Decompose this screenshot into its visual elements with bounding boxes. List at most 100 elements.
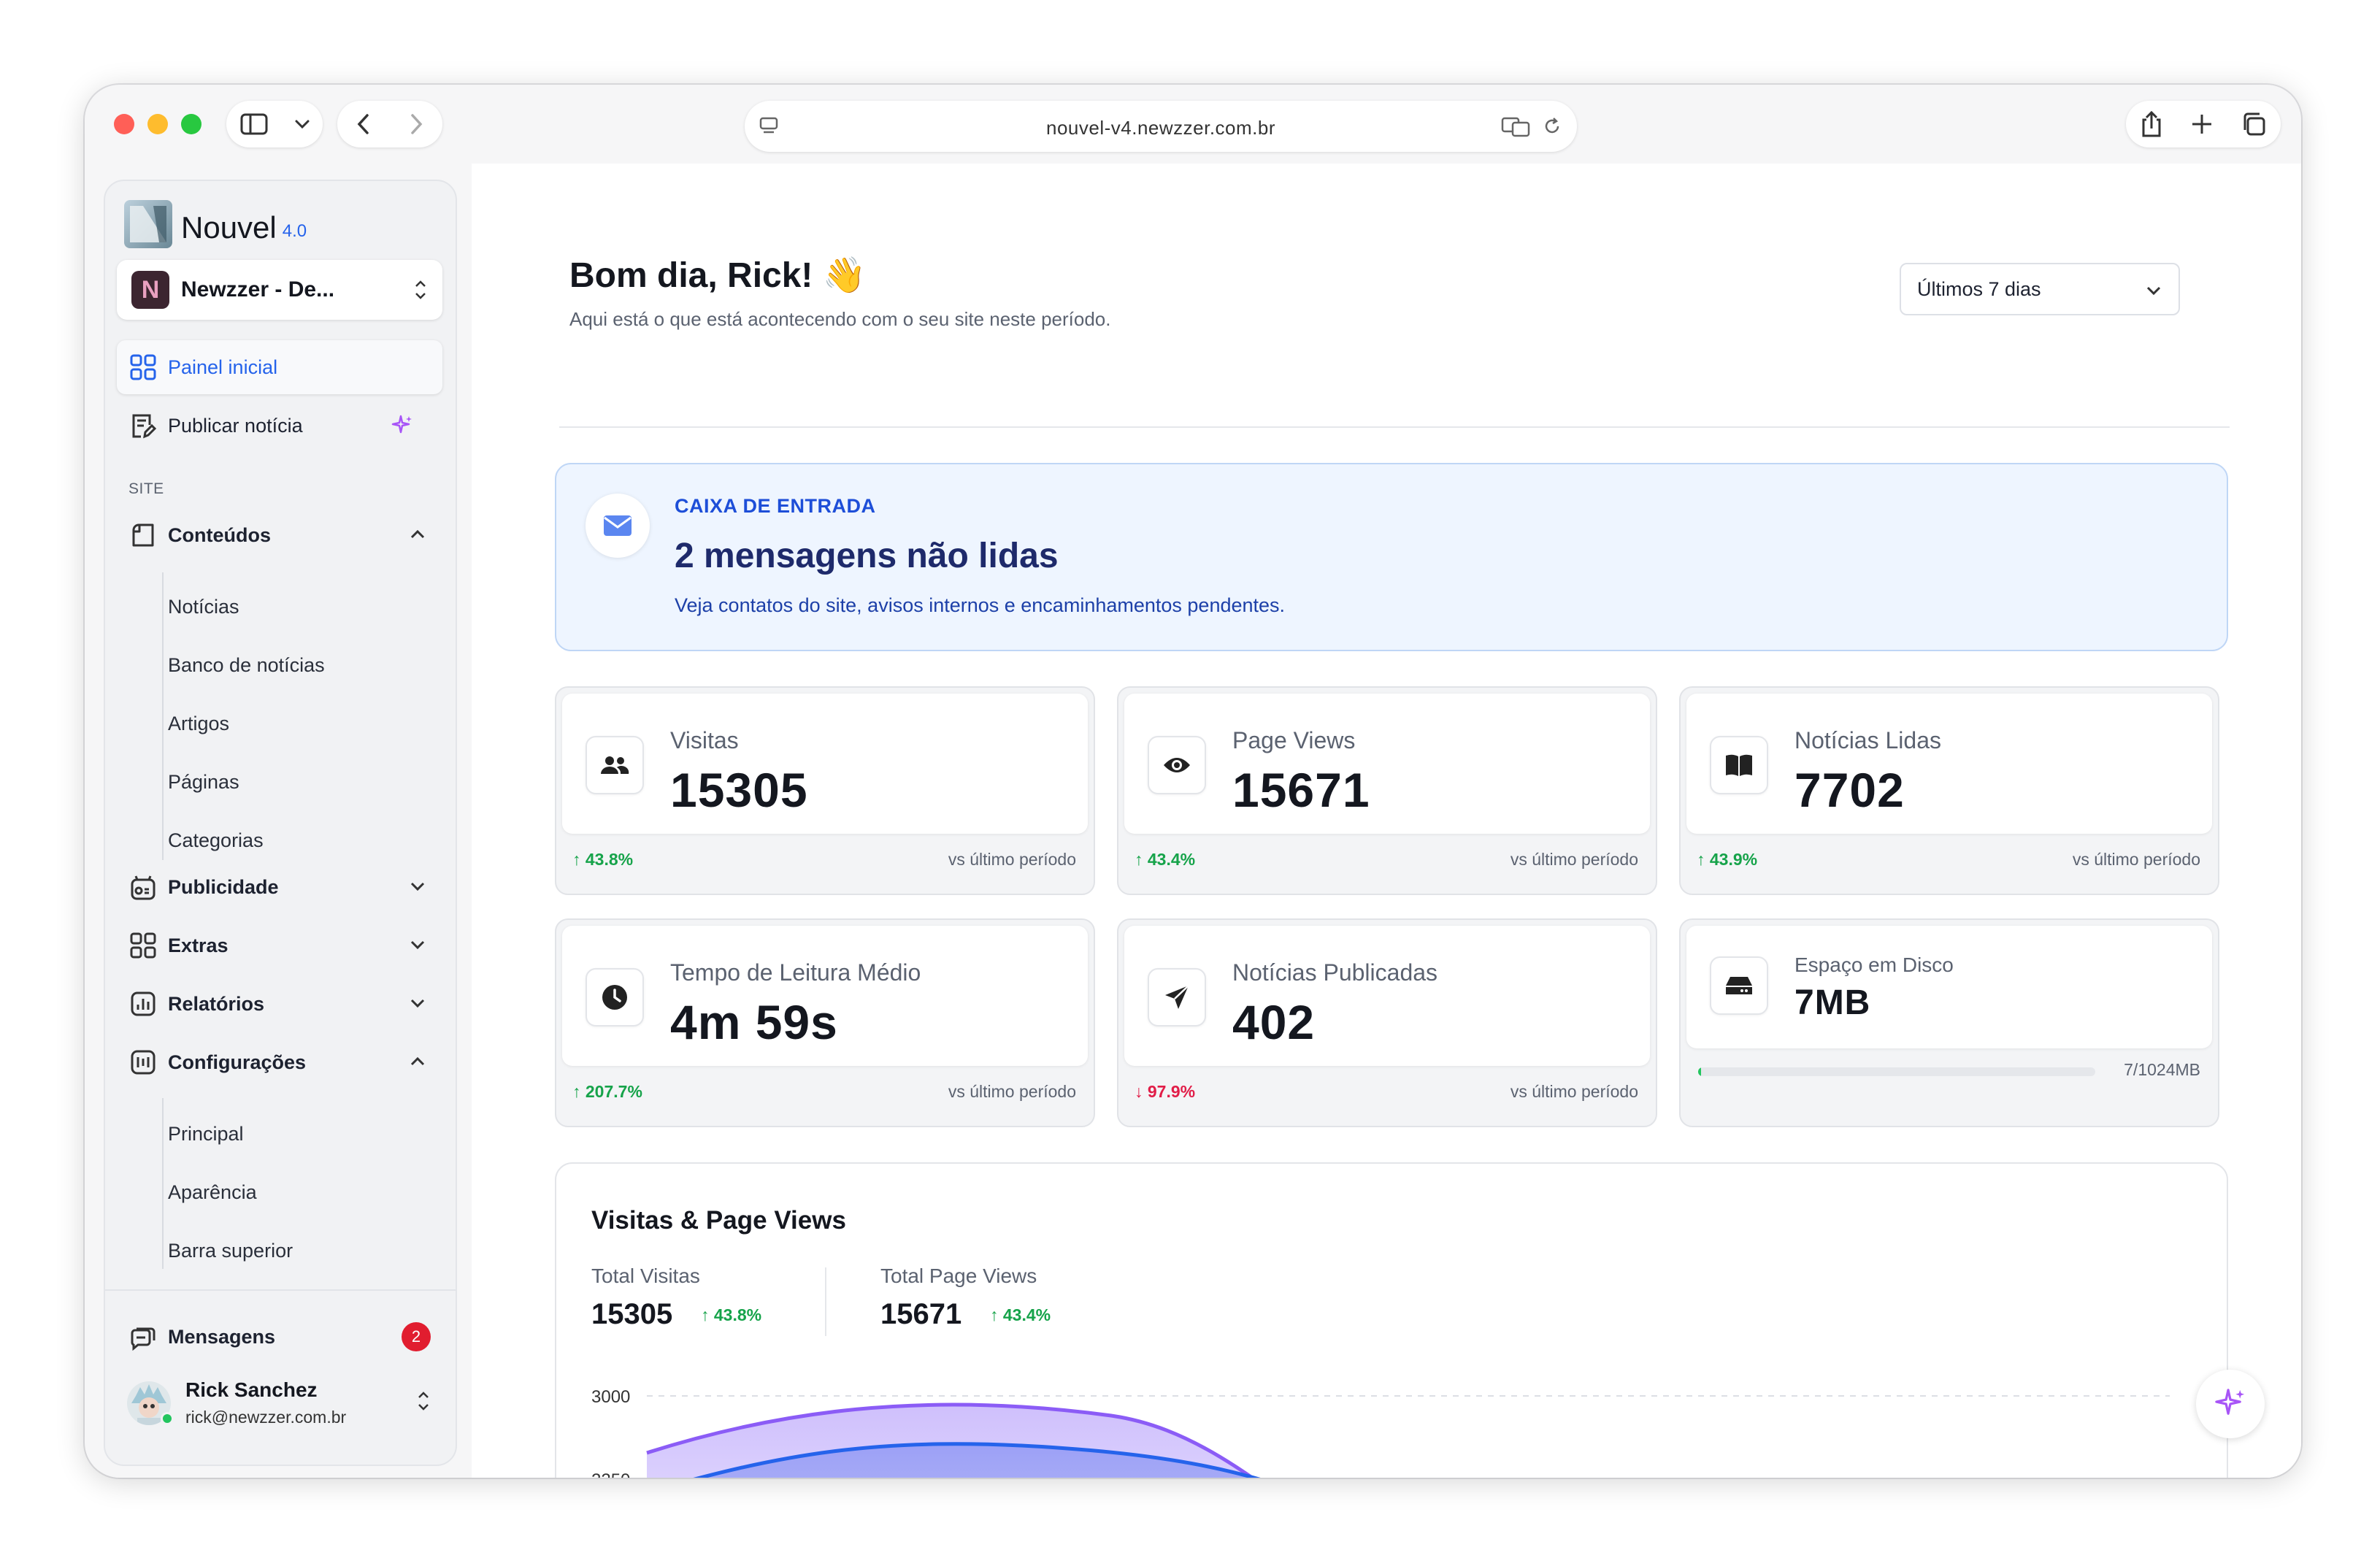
chat-icon: [128, 1322, 158, 1351]
tabs-overview-icon[interactable]: [2241, 111, 2267, 137]
eye-icon: [1148, 736, 1206, 794]
share-icon[interactable]: [2140, 110, 2163, 139]
browser-actions: [2126, 101, 2281, 147]
stat-delta: ↑ 43.4%: [1135, 850, 1196, 869]
sidebar-subitem-categorias[interactable]: Categorias: [168, 829, 264, 852]
stat-value: 15671: [1232, 763, 1370, 817]
sidebar-item-label: Painel inicial: [168, 356, 278, 378]
reload-icon[interactable]: [1542, 116, 1562, 137]
period-select[interactable]: Últimos 7 dias: [1900, 263, 2180, 315]
stat-value: 402: [1232, 995, 1316, 1049]
sidebar-group-relatorios[interactable]: Relatórios: [117, 977, 442, 1031]
hard-drive-icon: [1710, 956, 1768, 1015]
minimize-window-button[interactable]: [147, 114, 168, 134]
sidebar-divider: [105, 1289, 456, 1291]
sidebar-subitem-principal[interactable]: Principal: [168, 1123, 244, 1146]
chevron-up-down-icon: [415, 280, 426, 299]
stat-compare: vs último período: [948, 850, 1076, 869]
section-label-site: SITE: [128, 480, 164, 497]
inbox-card[interactable]: CAIXA DE ENTRADA 2 mensagens não lidas V…: [555, 463, 2228, 651]
sidebar-subitem-paginas[interactable]: Páginas: [168, 771, 239, 794]
book-icon: [1710, 736, 1768, 794]
stat-label: Notícias Lidas: [1794, 727, 1941, 753]
brand-name: Nouvel: [181, 210, 277, 245]
sidebar-subitem-banco-de-noticias[interactable]: Banco de notícias: [168, 654, 325, 677]
sidebar-group-configuracoes[interactable]: Configurações: [117, 1035, 442, 1089]
visits-pageviews-chart: 3000 2250: [591, 1387, 2170, 1478]
stat-card-page-views: Page Views 15671 ↑ 43.4% vs último perío…: [1117, 686, 1657, 895]
unread-badge: 2: [402, 1322, 431, 1351]
y-tick-label: 2250: [591, 1470, 630, 1478]
sidebar-group-conteudos[interactable]: Conteúdos: [117, 508, 442, 562]
site-selector[interactable]: N Newzzer - De...: [117, 260, 442, 320]
stat-compare: vs último período: [1510, 850, 1638, 869]
inbox-title: 2 mensagens não lidas: [675, 537, 1059, 575]
sidebar-group-extras[interactable]: Extras: [117, 918, 442, 972]
stat-value: 7MB: [1794, 983, 1871, 1022]
brand-version: 4.0: [282, 221, 307, 241]
sidebar-item-label: Conteúdos: [168, 523, 271, 546]
mail-icon: [586, 494, 650, 558]
inbox-kicker: CAIXA DE ENTRADA: [675, 495, 876, 517]
chevron-up-icon: [410, 529, 425, 539]
grid-icon: [128, 931, 158, 960]
subtree-line: [162, 1098, 164, 1269]
close-window-button[interactable]: [114, 114, 134, 134]
online-status-dot: [161, 1412, 174, 1425]
stat-delta: ↑ 43.9%: [1697, 850, 1758, 869]
stat-card-visitas: Visitas 15305 ↑ 43.8% vs último período: [555, 686, 1095, 895]
brand[interactable]: Nouvel 4.0: [124, 197, 307, 248]
sidebar-subitem-noticias[interactable]: Notícias: [168, 596, 239, 618]
chevron-up-icon: [410, 1056, 425, 1066]
stat-value: 4m 59s: [670, 995, 838, 1049]
users-icon: [586, 736, 644, 794]
user-email: rick@newzzer.com.br: [185, 1408, 347, 1427]
stat-delta: ↑ 43.8%: [572, 850, 634, 869]
site-logo: N: [131, 271, 169, 309]
address-bar[interactable]: nouvel-v4.newzzer.com.br: [745, 101, 1577, 152]
back-icon[interactable]: [356, 113, 371, 135]
bar-chart-icon: [128, 989, 158, 1018]
page-title: Bom dia, Rick! 👋: [569, 256, 867, 295]
stat-label: Visitas: [670, 727, 739, 753]
chevron-down-icon: [295, 120, 309, 129]
sidebar-item-painel-inicial[interactable]: Painel inicial: [117, 340, 442, 394]
stat-compare: vs último período: [2072, 850, 2200, 869]
zoom-window-button[interactable]: [181, 114, 201, 134]
sidebar-toggle-button[interactable]: [226, 101, 323, 147]
inbox-description: Veja contatos do site, avisos internos e…: [675, 594, 1286, 616]
sidebar-item-publicar-noticia[interactable]: Publicar notícia: [117, 399, 442, 453]
ai-assistant-button[interactable]: [2196, 1370, 2265, 1438]
settings-sliders-icon: [128, 1048, 158, 1077]
browser-window: nouvel-v4.newzzer.com.br Nouvel 4.0 N Ne…: [85, 85, 2301, 1478]
stat-compare: vs último período: [948, 1082, 1076, 1101]
sidebar-subitem-artigos[interactable]: Artigos: [168, 713, 229, 735]
sparkle-icon: [391, 415, 412, 434]
new-tab-icon[interactable]: [2190, 112, 2214, 136]
forward-icon[interactable]: [409, 113, 423, 135]
nouvel-logo: [124, 200, 172, 248]
sidebar-item-label: Publicidade: [168, 875, 279, 898]
header-divider: [559, 426, 2230, 428]
stat-value: 15305: [670, 763, 808, 817]
sidebar: Nouvel 4.0 N Newzzer - De... Painel inic…: [104, 180, 457, 1466]
sidebar-item-label: Extras: [168, 934, 229, 956]
stat-card-espaco-disco: Espaço em Disco 7MB 7/1024MB: [1679, 918, 2219, 1127]
history-nav: [337, 101, 442, 147]
sidebar-item-mensagens[interactable]: Mensagens 2: [117, 1310, 442, 1364]
stat-label: Page Views: [1232, 727, 1356, 753]
file-icon: [128, 521, 158, 550]
sidebar-subitem-aparencia[interactable]: Aparência: [168, 1181, 257, 1204]
translate-icon[interactable]: [1501, 115, 1530, 137]
main-content: Bom dia, Rick! 👋 Aqui está o que está ac…: [472, 164, 2301, 1478]
sparkle-icon: [2215, 1389, 2245, 1415]
chevron-down-icon: [410, 882, 425, 891]
sidebar-icon: [240, 113, 267, 135]
sidebar-group-publicidade[interactable]: Publicidade: [117, 860, 442, 914]
sidebar-subitem-barra-superior[interactable]: Barra superior: [168, 1240, 293, 1262]
stat-card-noticias-lidas: Notícias Lidas 7702 ↑ 43.9% vs último pe…: [1679, 686, 2219, 895]
chevron-down-icon: [2146, 286, 2161, 296]
sidebar-item-label: Relatórios: [168, 992, 265, 1015]
chevron-up-down-icon[interactable]: [416, 1389, 431, 1413]
site-name: Newzzer - De...: [181, 277, 335, 302]
